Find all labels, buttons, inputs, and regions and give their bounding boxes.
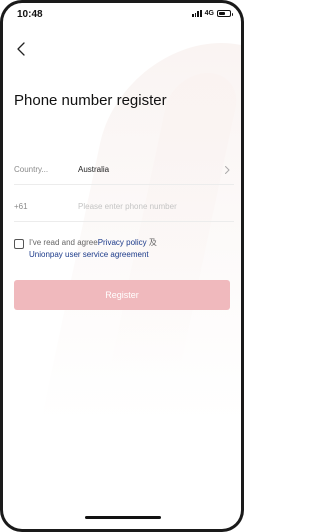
country-value: Australia — [78, 165, 110, 174]
agreement-prefix: I've read and agree — [29, 238, 98, 247]
country-code: +61 — [14, 202, 28, 211]
chevron-right-icon — [225, 165, 230, 174]
chevron-left-icon — [17, 42, 25, 56]
privacy-policy-link[interactable]: Privacy policy — [98, 238, 147, 247]
battery-icon — [217, 10, 233, 17]
signal-icon — [192, 10, 202, 17]
app-screen: 10:48 4G Phone number register Country..… — [3, 3, 241, 529]
country-selector[interactable]: Country... Australia — [14, 155, 234, 185]
country-label: Country... — [14, 165, 49, 174]
status-bar: 10:48 4G — [3, 3, 241, 25]
phone-row: +61 Please enter phone number — [14, 192, 234, 222]
agreement-text: I've read and agreePrivacy policy 及 Union… — [14, 237, 229, 261]
agreement: I've read and agreePrivacy policy 及 Union… — [14, 237, 229, 261]
service-agreement-link[interactable]: Unionpay user service agreement — [29, 250, 149, 259]
home-indicator — [85, 516, 161, 519]
network-label: 4G — [204, 10, 214, 17]
page-title: Phone number register — [14, 92, 167, 109]
agreement-checkbox[interactable] — [14, 239, 24, 249]
agreement-conjunction: 及 — [148, 238, 157, 247]
phone-frame: 10:48 4G Phone number register Country..… — [0, 0, 244, 532]
battery-fill — [219, 12, 225, 15]
register-button[interactable]: Register — [14, 280, 230, 310]
status-indicators: 4G — [192, 10, 233, 17]
phone-input[interactable]: Please enter phone number — [78, 202, 234, 211]
back-button[interactable] — [13, 40, 31, 58]
status-time: 10:48 — [17, 9, 43, 20]
